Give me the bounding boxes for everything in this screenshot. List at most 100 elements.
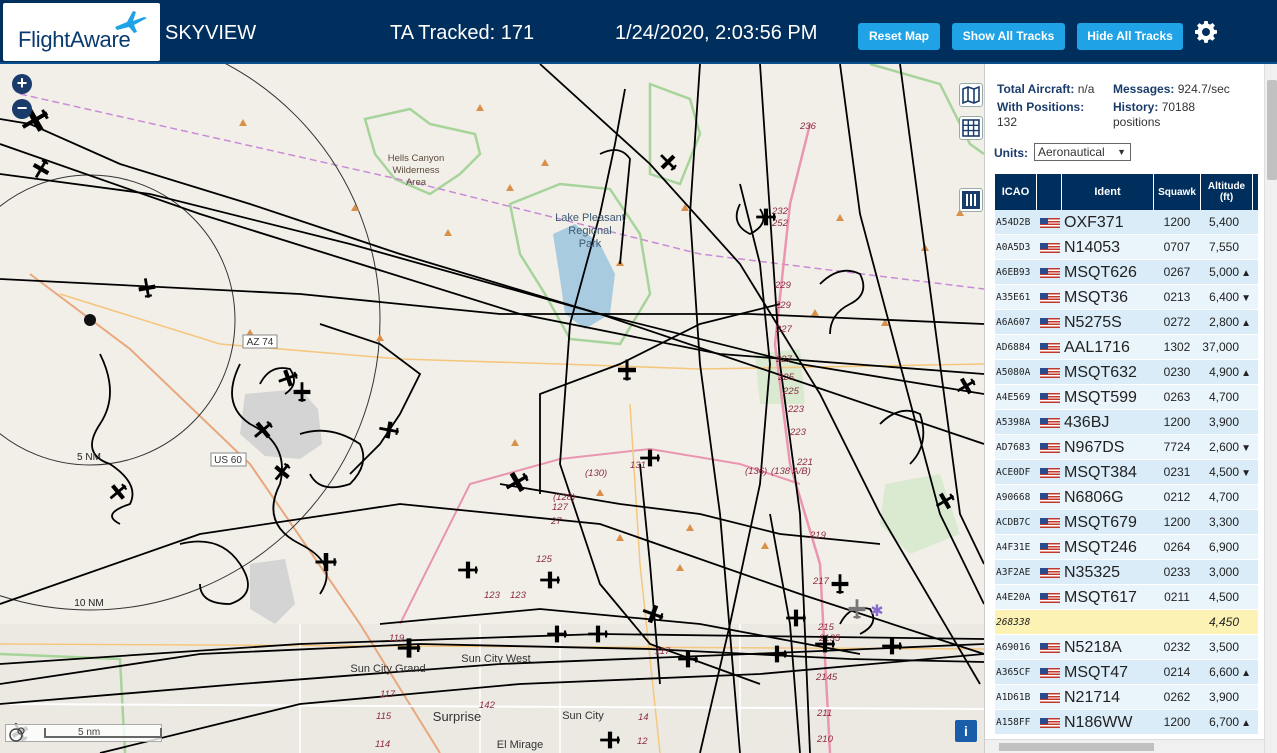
- icao-cell: A1D61B: [996, 692, 1031, 703]
- us-flag-icon: [1040, 218, 1060, 228]
- horizontal-scrollbar[interactable]: [985, 739, 1264, 753]
- table-row[interactable]: A0A5D3 N14053 0707 7,550: [995, 235, 1258, 260]
- altitude-cell: 4,900 ▲: [1201, 360, 1251, 385]
- road-number: (136): [745, 466, 767, 477]
- ident-cell: N5275S: [1064, 314, 1122, 331]
- table-row[interactable]: A69016 N5218A 0232 3,500: [995, 635, 1258, 660]
- show-all-tracks-button[interactable]: Show All Tracks: [952, 23, 1065, 50]
- reset-map-button[interactable]: Reset Map: [858, 23, 940, 50]
- us-flag-icon: [1040, 493, 1060, 503]
- squawk-cell: 0262: [1163, 690, 1191, 704]
- map-label: Park: [579, 238, 602, 250]
- table-row[interactable]: A4E20A MSQT617 0211 4,500: [995, 585, 1258, 610]
- icao-cell: A90668: [996, 492, 1031, 503]
- messages-label: Messages:: [1113, 82, 1175, 96]
- flag-cell: [1040, 393, 1060, 403]
- us-flag-icon: [1040, 718, 1060, 728]
- road-number: 2145: [815, 672, 838, 683]
- icao-cell: AD7683: [996, 442, 1031, 453]
- units-select[interactable]: Aeronautical ▼: [1034, 143, 1131, 161]
- us-flag-icon: [1040, 293, 1060, 303]
- altitude-value: 6,600: [1209, 665, 1240, 679]
- us-flag-icon: [1040, 443, 1060, 453]
- map-label: Hells Canyon: [388, 153, 445, 164]
- icao-cell: ACDB7C: [996, 517, 1031, 528]
- table-row[interactable]: A158FF N186WW 1200 6,700 ▲: [995, 710, 1258, 735]
- squawk-cell: 0211: [1164, 590, 1190, 604]
- table-row[interactable]: A54D2B OXF371 1200 5,400: [995, 210, 1258, 235]
- table-row[interactable]: A90668 N6806G 0212 4,700: [995, 485, 1258, 510]
- table-row[interactable]: 268338 4,450: [995, 610, 1258, 635]
- table-row[interactable]: A6A607 N5275S 0272 2,800 ▲: [995, 310, 1258, 335]
- map-base: Hells Canyon Wilderness Area Lake Pleasa…: [0, 64, 984, 753]
- table-row[interactable]: A4E569 MSQT599 0263 4,700: [995, 385, 1258, 410]
- road-number: 125: [536, 554, 553, 565]
- table-row[interactable]: A5080A MSQT632 0230 4,900 ▲: [995, 360, 1258, 385]
- info-button[interactable]: i: [955, 720, 977, 742]
- total-aircraft-label: Total Aircraft:: [997, 82, 1075, 96]
- table-row[interactable]: A365CF MSQT47 0214 6,600 ▲: [995, 660, 1258, 685]
- altitude-cell: 4,700: [1201, 485, 1251, 510]
- map-layers-button[interactable]: [959, 83, 983, 107]
- zoom-out-button[interactable]: −: [12, 99, 32, 119]
- scrollbar-thumb[interactable]: [1267, 80, 1277, 180]
- table-row[interactable]: A35E61 MSQT36 0213 6,400 ▼: [995, 285, 1258, 310]
- horizontal-scrollbar-thumb[interactable]: [999, 743, 1154, 751]
- grid-toggle-button[interactable]: [959, 116, 983, 140]
- road-shield-label: AZ 74: [247, 337, 274, 348]
- units-label: Units:: [994, 146, 1028, 160]
- columns-icon: [962, 191, 980, 209]
- app-title: SKYVIEW: [165, 22, 257, 44]
- icao-cell: A5080A: [996, 367, 1031, 378]
- flightaware-logo[interactable]: FlightAware: [3, 3, 160, 61]
- altitude-cell: 4,450: [1201, 610, 1251, 635]
- receiver-location: [84, 314, 96, 326]
- squawk-cell: 1200: [1163, 215, 1191, 229]
- road-number: 223: [789, 427, 807, 438]
- airport-star-icon: ✱: [870, 603, 883, 620]
- hide-all-tracks-button[interactable]: Hide All Tracks: [1077, 23, 1183, 50]
- table-row[interactable]: ACE0DF MSQT384 0231 4,500 ▼: [995, 460, 1258, 485]
- column-header-squawk[interactable]: Squawk: [1154, 174, 1201, 210]
- icao-cell: A3F2AE: [996, 567, 1031, 578]
- with-positions-value: 132: [997, 115, 1018, 129]
- altitude-value: 6,400: [1209, 290, 1240, 304]
- table-row[interactable]: ACDB7C MSQT679 1200 3,300: [995, 510, 1258, 535]
- altitude-value: 3,900: [1208, 415, 1239, 429]
- table-row[interactable]: A5398A 436BJ 1200 3,900: [995, 410, 1258, 435]
- columns-button[interactable]: [959, 188, 983, 212]
- table-row[interactable]: A6EB93 MSQT626 0267 5,000 ▲: [995, 260, 1258, 285]
- altitude-value: 3,900: [1208, 690, 1239, 704]
- map-canvas[interactable]: Hells Canyon Wilderness Area Lake Pleasa…: [0, 64, 984, 753]
- squawk-cell: 0212: [1163, 490, 1191, 504]
- table-row[interactable]: AD6884 AAL1716 1302 37,000: [995, 335, 1258, 360]
- table-row[interactable]: A4F31E MSQT246 0264 6,900: [995, 535, 1258, 560]
- table-row[interactable]: A1D61B N21714 0262 3,900: [995, 685, 1258, 710]
- us-flag-icon: [1040, 693, 1060, 703]
- altitude-cell: 5,400: [1201, 210, 1251, 235]
- column-header-icao[interactable]: ICAO: [995, 174, 1037, 210]
- altitude-value: 4,500: [1208, 590, 1239, 604]
- flag-cell: [1040, 293, 1060, 303]
- squawk-cell: 0707: [1163, 240, 1191, 254]
- icao-cell: A0A5D3: [996, 242, 1031, 253]
- column-header-altitude[interactable]: Altitude (ft): [1201, 174, 1253, 210]
- messages-stat: Messages: 924.7/sec: [1113, 82, 1230, 96]
- altitude-value: 7,550: [1208, 240, 1239, 254]
- urban-area: [240, 389, 322, 459]
- icao-cell: A5398A: [996, 417, 1031, 428]
- range-label: 5 NM: [77, 452, 101, 463]
- road-number: 217: [812, 576, 830, 587]
- vertical-scrollbar[interactable]: [1264, 64, 1277, 753]
- table-row[interactable]: AD7683 N967DS 7724 2,600 ▼: [995, 435, 1258, 460]
- road-number: 117: [655, 646, 671, 657]
- column-header-flag[interactable]: [1037, 174, 1062, 210]
- altitude-cell: 6,400 ▼: [1201, 285, 1251, 310]
- squawk-cell: 0230: [1163, 365, 1191, 379]
- table-row[interactable]: A3F2AE N35325 0233 3,000: [995, 560, 1258, 585]
- road-number: 227: [775, 354, 793, 365]
- column-header-ident[interactable]: Ident: [1062, 174, 1154, 210]
- altitude-cell: 2,800 ▲: [1201, 310, 1251, 335]
- zoom-in-button[interactable]: +: [12, 74, 32, 94]
- gear-icon[interactable]: [1194, 20, 1218, 44]
